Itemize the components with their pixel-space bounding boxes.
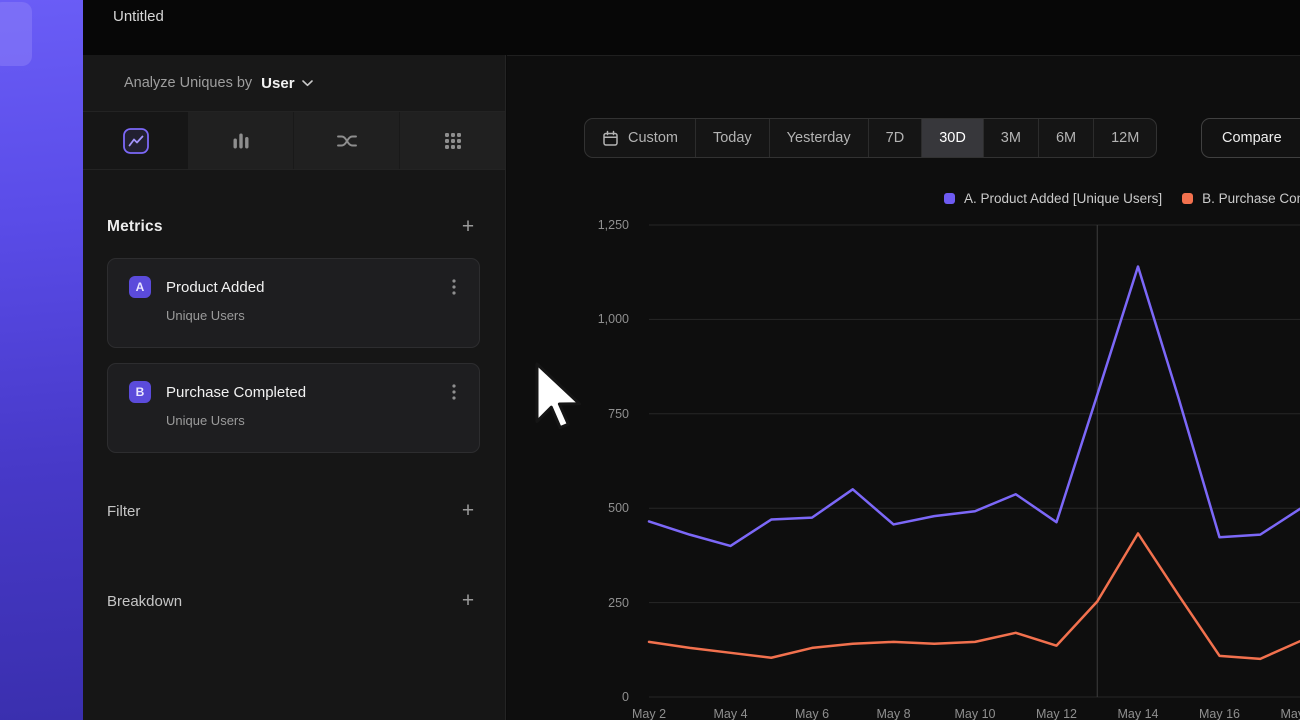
range-label: 30D [939,130,966,146]
line-chart-svg [649,225,1300,697]
metric-card-top: A Product Added [129,276,463,298]
x-axis-label: May 2 [632,707,666,720]
legend-label: B. Purchase Completed [Unique Users] [1202,191,1300,206]
breakdown-section-header: Breakdown + [107,586,480,616]
grid-dots-icon [442,130,464,152]
range-7d-button[interactable]: 7D [868,119,922,157]
range-label: 3M [1001,130,1021,146]
x-axis-label: May 4 [713,707,747,720]
add-filter-button[interactable]: + [456,499,480,523]
metric-badge-a: A [129,276,151,298]
range-30d-button[interactable]: 30D [921,119,983,157]
y-axis-label: 1,250 [598,218,629,232]
sidebar: Analyze Uniques by User [83,55,506,720]
y-axis-label: 500 [608,501,629,515]
y-axis-label: 250 [608,596,629,610]
legend-swatch-purple [944,193,955,204]
legend-item-product-added[interactable]: A. Product Added [Unique Users] [944,191,1162,206]
tab-grid[interactable] [399,112,505,169]
range-6m-button[interactable]: 6M [1038,119,1093,157]
chart-type-tabs [83,112,505,170]
range-label: Custom [628,130,678,146]
legend-label: A. Product Added [Unique Users] [964,191,1162,206]
tab-bar-chart[interactable] [188,112,293,169]
filter-section-header: Filter + [107,496,480,526]
x-axis-label: May 12 [1036,707,1077,720]
metric-subtitle[interactable]: Unique Users [166,413,463,428]
bar-chart-icon [230,130,252,152]
wallpaper-gradient [0,0,83,720]
x-axis-label: May 8 [876,707,910,720]
date-range-group: Custom Today Yesterday 7D 30D 3M 6M 12M [584,118,1157,158]
range-label: 6M [1056,130,1076,146]
line-chart-icon [123,128,149,154]
x-axis-labels: May 2May 4May 6May 8May 10May 12May 14Ma… [649,707,1300,720]
range-label: 7D [886,130,905,146]
y-axis-label: 0 [622,690,629,704]
wallpaper-highlight [0,2,32,66]
range-label: Yesterday [787,130,851,146]
x-axis-label: May 6 [795,707,829,720]
metric-card-purchase-completed[interactable]: B Purchase Completed Unique Users [107,363,480,453]
range-today-button[interactable]: Today [695,119,769,157]
analyze-header: Analyze Uniques by User [83,55,505,112]
x-axis-label: May 18 [1281,707,1300,720]
x-axis-label: May 10 [955,707,996,720]
range-label: 12M [1111,130,1139,146]
kebab-menu-icon[interactable] [445,383,463,401]
y-axis-label: 750 [608,407,629,421]
range-3m-button[interactable]: 3M [983,119,1038,157]
analyze-unit-dropdown[interactable]: User [261,75,294,92]
range-custom-button[interactable]: Custom [585,119,695,157]
metric-title[interactable]: Product Added [166,279,445,296]
main-panel: Custom Today Yesterday 7D 30D 3M 6M 12M … [507,55,1300,720]
range-12m-button[interactable]: 12M [1093,119,1156,157]
filter-heading: Filter [107,503,140,520]
metrics-heading: Metrics [107,218,163,236]
compare-button[interactable]: Compare [1201,118,1300,158]
kebab-menu-icon[interactable] [445,278,463,296]
chevron-down-icon[interactable] [302,80,313,87]
add-breakdown-button[interactable]: + [456,589,480,613]
metric-badge-b: B [129,381,151,403]
chart-canvas[interactable] [649,225,1300,697]
top-bar: Untitled [83,0,1300,55]
sidebar-content: Metrics + A Product Added Unique Users B… [83,212,505,616]
metrics-section-header: Metrics + [107,212,480,242]
add-metric-button[interactable]: + [456,215,480,239]
flow-icon [335,130,359,152]
calendar-icon [602,130,619,147]
metric-card-top: B Purchase Completed [129,381,463,403]
metric-title[interactable]: Purchase Completed [166,384,445,401]
chart-legend: A. Product Added [Unique Users] B. Purch… [944,191,1300,206]
breakdown-heading: Breakdown [107,593,182,610]
report-title[interactable]: Untitled [113,8,164,25]
metric-card-product-added[interactable]: A Product Added Unique Users [107,258,480,348]
range-label: Today [713,130,752,146]
x-axis-label: May 16 [1199,707,1240,720]
screenshot-stage: Untitled Analyze Uniques by User [0,0,1300,720]
analyze-prefix-label: Analyze Uniques by [124,75,252,91]
legend-item-purchase-completed[interactable]: B. Purchase Completed [Unique Users] [1182,191,1300,206]
metric-subtitle[interactable]: Unique Users [166,308,463,323]
y-axis-label: 1,000 [598,312,629,326]
tab-line-chart[interactable] [83,112,188,169]
legend-swatch-orange [1182,193,1193,204]
x-axis-label: May 14 [1118,707,1159,720]
range-yesterday-button[interactable]: Yesterday [769,119,868,157]
tab-flow[interactable] [293,112,399,169]
y-axis-labels: 02505007501,0001,250 [507,225,629,697]
